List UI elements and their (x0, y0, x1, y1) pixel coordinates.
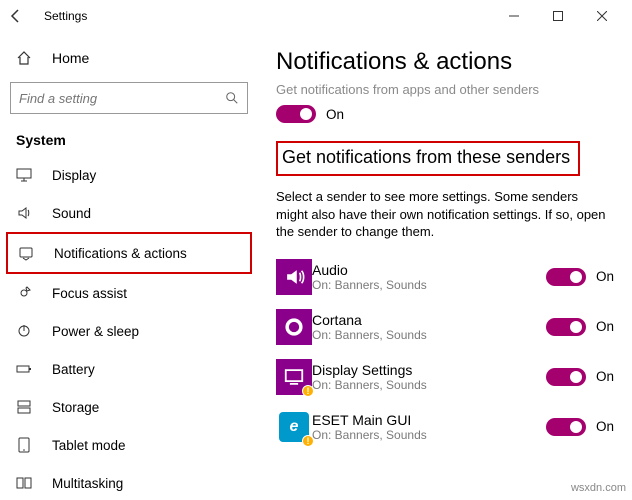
storage-icon (16, 399, 38, 415)
prev-setting-label: Get notifications from apps and other se… (276, 82, 614, 97)
sender-toggle-label: On (596, 369, 614, 384)
sender-toggle-label: On (596, 319, 614, 334)
master-toggle-label: On (326, 107, 344, 122)
sender-name: Audio (312, 262, 546, 278)
sidebar-item-label: Display (52, 168, 96, 183)
home-label: Home (52, 50, 89, 66)
sender-info: AudioOn: Banners, Sounds (312, 262, 546, 292)
sender-icon-eset: e! (276, 409, 312, 445)
sidebar-item-label: Power & sleep (52, 324, 139, 339)
focus-icon (16, 285, 38, 301)
sender-row[interactable]: CortanaOn: Banners, Sounds On (276, 309, 614, 345)
notifications-icon (18, 245, 40, 261)
sender-toggle-label: On (596, 269, 614, 284)
sidebar-item-label: Battery (52, 362, 95, 377)
display-icon (16, 167, 38, 183)
sender-name: ESET Main GUI (312, 412, 546, 428)
sender-row[interactable]: !Display SettingsOn: Banners, Sounds On (276, 359, 614, 395)
minimize-button[interactable] (492, 1, 536, 31)
sidebar-item-label: Tablet mode (52, 438, 126, 453)
sidebar-item-label: Notifications & actions (54, 246, 187, 261)
senders-heading: Get notifications from these senders (282, 147, 570, 168)
sender-info: CortanaOn: Banners, Sounds (312, 312, 546, 342)
sender-row[interactable]: AudioOn: Banners, Sounds On (276, 259, 614, 295)
sender-sub: On: Banners, Sounds (312, 378, 546, 392)
sender-info: ESET Main GUIOn: Banners, Sounds (312, 412, 546, 442)
window-title: Settings (44, 9, 87, 23)
sender-sub: On: Banners, Sounds (312, 278, 546, 292)
sender-toggle[interactable] (546, 318, 586, 336)
sidebar-item-label: Sound (52, 206, 91, 221)
sidebar-item-multitask[interactable]: Multitasking (6, 464, 252, 500)
sidebar-item-label: Focus assist (52, 286, 127, 301)
sender-sub: On: Banners, Sounds (312, 428, 546, 442)
home-nav[interactable]: Home (6, 42, 252, 74)
sender-icon-audio (276, 259, 312, 295)
sender-toggle[interactable] (546, 368, 586, 386)
watermark: wsxdn.com (571, 482, 626, 494)
sidebar-item-tablet[interactable]: Tablet mode (6, 426, 252, 464)
sender-name: Display Settings (312, 362, 546, 378)
power-icon (16, 323, 38, 339)
sender-toggle[interactable] (546, 418, 586, 436)
sidebar-item-label: Multitasking (52, 476, 123, 491)
sender-icon-display-settings: ! (276, 359, 312, 395)
sidebar-item-storage[interactable]: Storage (6, 388, 252, 426)
sound-icon (16, 205, 38, 221)
sender-toggle[interactable] (546, 268, 586, 286)
sidebar-item-battery[interactable]: Battery (6, 350, 252, 388)
main-panel: Notifications & actions Get notification… (258, 32, 632, 500)
sidebar-item-label: Storage (52, 400, 99, 415)
sidebar-item-focus[interactable]: Focus assist (6, 274, 252, 312)
home-icon (16, 50, 38, 66)
senders-heading-highlight: Get notifications from these senders (276, 141, 580, 176)
sidebar-item-notifications[interactable]: Notifications & actions (6, 232, 252, 274)
search-input[interactable] (19, 91, 225, 106)
sidebar-item-sound[interactable]: Sound (6, 194, 252, 232)
sender-toggle-label: On (596, 419, 614, 434)
maximize-button[interactable] (536, 1, 580, 31)
sidebar-item-display[interactable]: Display (6, 156, 252, 194)
titlebar: Settings (0, 0, 632, 32)
senders-description: Select a sender to see more settings. So… (276, 188, 606, 241)
sender-row[interactable]: e!ESET Main GUIOn: Banners, Sounds On (276, 409, 614, 445)
sender-sub: On: Banners, Sounds (312, 328, 546, 342)
back-button[interactable] (8, 8, 36, 24)
section-heading: System (6, 126, 252, 156)
sender-icon-cortana (276, 309, 312, 345)
multitask-icon (16, 475, 38, 491)
search-box[interactable] (10, 82, 248, 114)
sender-name: Cortana (312, 312, 546, 328)
sender-info: Display SettingsOn: Banners, Sounds (312, 362, 546, 392)
tablet-icon (16, 437, 38, 453)
close-button[interactable] (580, 1, 624, 31)
sidebar-item-power[interactable]: Power & sleep (6, 312, 252, 350)
sidebar: Home System Display Sound Notifications & … (0, 32, 258, 500)
master-toggle[interactable] (276, 105, 316, 123)
search-icon (225, 91, 239, 105)
battery-icon (16, 361, 38, 377)
page-title: Notifications & actions (276, 48, 614, 76)
